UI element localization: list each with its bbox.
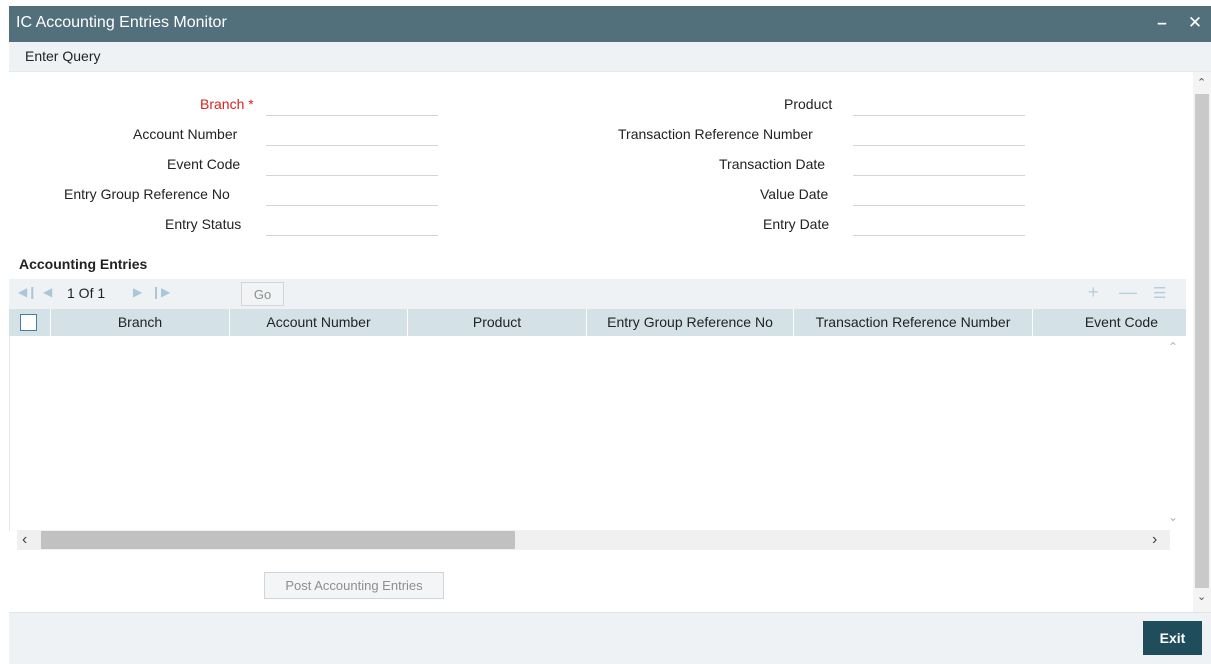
entry-group-reference-no-label: Entry Group Reference No [64, 186, 230, 202]
branch-label: Branch * [200, 96, 254, 112]
window-scroll-up-icon[interactable]: ⌃ [1197, 76, 1206, 89]
entry-date-label: Entry Date [763, 216, 830, 232]
scroll-down-icon[interactable]: ⌄ [1168, 510, 1178, 524]
grid-header: Branch Account Number Product Entry Grou… [9, 309, 1186, 336]
value-date-label: Value Date [760, 186, 829, 202]
event-code-label: Event Code [167, 156, 241, 172]
select-all-checkbox[interactable] [20, 314, 37, 331]
list-icon[interactable]: ☰ [1153, 284, 1166, 302]
scroll-left-icon[interactable]: ‹ [22, 531, 27, 549]
window-vertical-scrollbar[interactable]: ⌃ ⌄ [1193, 72, 1211, 612]
required-mark: * [248, 96, 254, 112]
column-header-event-code[interactable]: Event Code [1032, 309, 1186, 336]
accounting-entries-title: Accounting Entries [19, 256, 148, 272]
menu-bar: Enter Query [9, 42, 1211, 72]
last-page-icon[interactable]: ❙▶ [151, 285, 170, 299]
plus-icon[interactable]: + [1088, 282, 1099, 303]
minus-icon[interactable]: — [1119, 282, 1137, 303]
first-page-icon[interactable]: ◀❙ [18, 285, 37, 299]
column-header-branch[interactable]: Branch [50, 309, 229, 336]
entry-date-input[interactable] [853, 214, 1025, 236]
transaction-reference-number-input[interactable] [853, 124, 1025, 146]
entry-status-input[interactable] [266, 214, 438, 236]
grid-body [9, 336, 1186, 531]
transaction-reference-number-label: Transaction Reference Number [618, 126, 813, 142]
grid-horizontal-scrollbar[interactable]: ‹ › [17, 530, 1170, 550]
transaction-date-label: Transaction Date [719, 156, 826, 172]
event-code-input[interactable] [266, 154, 438, 176]
product-input[interactable] [853, 94, 1025, 116]
grid-pager: ◀❙ ◀ 1 Of 1 ▶ ❙▶ Go + — ☰ [9, 279, 1186, 309]
branch-label-text: Branch [200, 96, 245, 112]
next-page-icon[interactable]: ▶ [133, 285, 142, 299]
entry-status-label: Entry Status [165, 216, 242, 232]
close-icon[interactable]: ✕ [1183, 10, 1207, 36]
window-scroll-thumb[interactable] [1195, 94, 1209, 588]
page-indicator: 1 Of 1 [67, 285, 106, 301]
post-accounting-entries-button[interactable]: Post Accounting Entries [264, 572, 444, 599]
branch-input[interactable] [266, 94, 438, 116]
grid-vertical-scrollbar[interactable]: ⌃ ⌄ [1165, 336, 1185, 531]
value-date-input[interactable] [853, 184, 1025, 206]
product-label: Product [784, 96, 833, 112]
column-header-entry-group-reference-no[interactable]: Entry Group Reference No [586, 309, 793, 336]
column-header-transaction-reference-number[interactable]: Transaction Reference Number [793, 309, 1032, 336]
window-title: IC Accounting Entries Monitor [16, 14, 227, 31]
exit-button[interactable]: Exit [1143, 621, 1202, 655]
horizontal-scroll-thumb[interactable] [41, 531, 515, 549]
enter-query-menu-item[interactable]: Enter Query [25, 48, 100, 64]
entry-group-reference-no-input[interactable] [266, 184, 438, 206]
minimize-icon[interactable]: – [1150, 10, 1174, 36]
column-header-product[interactable]: Product [407, 309, 586, 336]
footer-bar: Exit [9, 612, 1211, 664]
go-button[interactable]: Go [241, 282, 284, 306]
account-number-label: Account Number [133, 126, 238, 142]
scroll-right-icon[interactable]: › [1152, 531, 1157, 549]
window-titlebar: IC Accounting Entries Monitor – ✕ [9, 6, 1211, 42]
account-number-input[interactable] [266, 124, 438, 146]
scroll-up-icon[interactable]: ⌃ [1168, 340, 1178, 354]
window-scroll-down-icon[interactable]: ⌄ [1197, 590, 1206, 603]
column-header-account-number[interactable]: Account Number [229, 309, 407, 336]
transaction-date-input[interactable] [853, 154, 1025, 176]
prev-page-icon[interactable]: ◀ [43, 285, 52, 299]
